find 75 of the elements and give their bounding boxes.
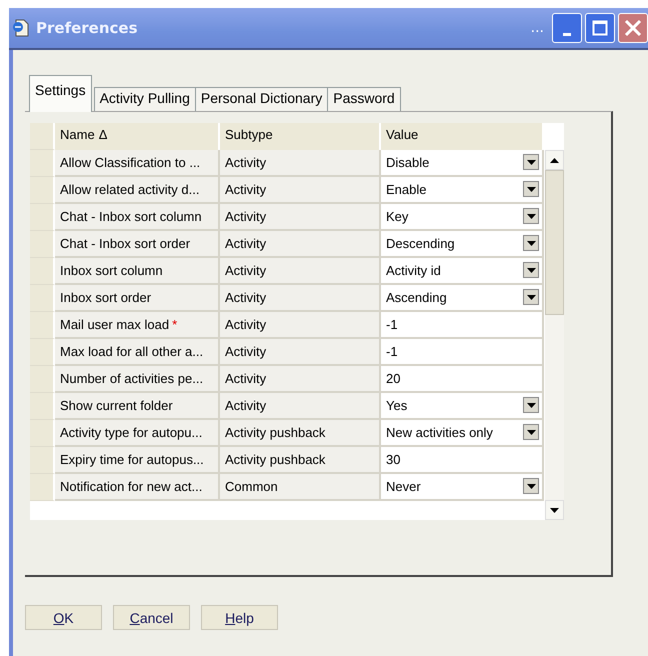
row-header <box>30 150 55 177</box>
row-header <box>30 285 55 312</box>
scroll-down-icon[interactable] <box>550 508 559 512</box>
table-cell: Notification for new act... <box>55 474 220 501</box>
close-icon <box>624 19 642 37</box>
table-cell: Activity <box>220 150 381 177</box>
table-cell: Activity type for autopu... <box>55 420 220 447</box>
dialog-button[interactable]: OK <box>25 605 102 630</box>
dropdown-field[interactable]: Activity id <box>381 258 544 285</box>
tab[interactable]: Password <box>327 87 401 111</box>
table-cell: Activity <box>220 393 381 420</box>
table-cell: Activity <box>220 258 381 285</box>
close-button[interactable] <box>618 13 648 43</box>
overflow-text: ... <box>530 20 544 36</box>
table-cell: Max load for all other a... <box>55 339 220 366</box>
table-cell: Inbox sort column <box>55 258 220 285</box>
input-field[interactable]: 20 <box>381 366 544 393</box>
table-cell: Expiry time for autopus... <box>55 447 220 474</box>
input-field[interactable]: -1 <box>381 312 544 339</box>
column-header[interactable]: Subtype <box>220 123 381 150</box>
dropdown-field[interactable]: Key <box>381 204 544 231</box>
maximize-icon <box>592 20 608 36</box>
table-cell: Inbox sort order <box>55 285 220 312</box>
table-cell: Activity <box>220 339 381 366</box>
table-cell: Chat - Inbox sort column <box>55 204 220 231</box>
row-header <box>30 339 55 366</box>
dropdown-field[interactable]: Disable <box>381 150 544 177</box>
dropdown-field[interactable]: Descending <box>381 231 544 258</box>
table-cell: Activity <box>220 231 381 258</box>
table-cell: Activity <box>220 312 381 339</box>
table-cell: Activity <box>220 204 381 231</box>
table-cell: Chat - Inbox sort order <box>55 231 220 258</box>
tab[interactable]: Settings <box>29 75 92 112</box>
input-field[interactable]: -1 <box>381 339 544 366</box>
document-icon <box>12 19 30 37</box>
row-header <box>30 447 55 474</box>
table-cell: Allow Classification to ... <box>55 150 220 177</box>
scroll-thumb[interactable] <box>545 170 564 315</box>
table-cell: Number of activities pe... <box>55 366 220 393</box>
window-title: Preferences <box>36 19 139 37</box>
table-cell: Activity <box>220 366 381 393</box>
scrollbar[interactable] <box>545 150 564 520</box>
row-header <box>30 393 55 420</box>
table-cell: Mail user max load * <box>55 312 220 339</box>
scroll-up-icon[interactable] <box>550 158 559 162</box>
row-header <box>30 123 55 150</box>
table-cell: Allow related activity d... <box>55 177 220 204</box>
dialog-button[interactable]: Cancel <box>113 605 190 630</box>
column-header[interactable]: Name Δ <box>55 123 220 150</box>
table-cell: Show current folder <box>55 393 220 420</box>
row-header <box>30 177 55 204</box>
table-cell: Activity pushback <box>220 447 381 474</box>
table-cell: Common <box>220 474 381 501</box>
table-cell: Activity <box>220 285 381 312</box>
column-header[interactable]: Value <box>381 123 544 150</box>
table-cell: Activity pushback <box>220 420 381 447</box>
dialog-button[interactable]: Help <box>201 605 278 630</box>
minimize-icon <box>563 32 571 36</box>
minimize-button[interactable] <box>552 13 582 43</box>
dropdown-field[interactable]: Yes <box>381 393 544 420</box>
dropdown-field[interactable]: Enable <box>381 177 544 204</box>
row-header <box>30 204 55 231</box>
row-header <box>30 366 55 393</box>
row-header <box>30 312 55 339</box>
dropdown-field[interactable]: Never <box>381 474 544 501</box>
row-header <box>30 420 55 447</box>
table-cell: Activity <box>220 177 381 204</box>
input-field[interactable]: 30 <box>381 447 544 474</box>
row-header <box>30 258 55 285</box>
maximize-button[interactable] <box>585 13 615 43</box>
dropdown-field[interactable]: Ascending <box>381 285 544 312</box>
row-header <box>30 231 55 258</box>
tab[interactable]: Activity Pulling <box>94 87 196 111</box>
tab[interactable]: Personal Dictionary <box>194 87 328 111</box>
dropdown-field[interactable]: New activities only <box>381 420 544 447</box>
